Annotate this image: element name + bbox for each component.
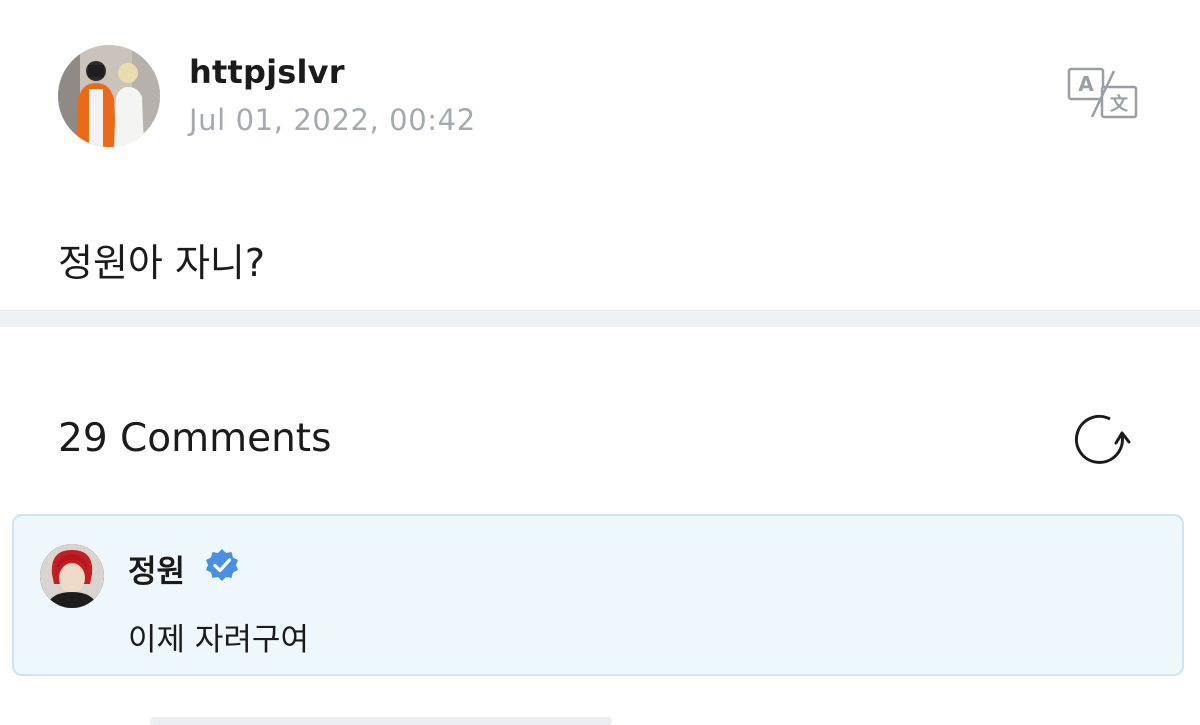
verified-badge-icon <box>204 547 240 583</box>
post-header: httpjslvr Jul 01, 2022, 00:42 A 文 <box>58 45 1148 149</box>
post-author-name[interactable]: httpjslvr <box>189 53 345 91</box>
comment-author-avatar[interactable] <box>40 544 104 608</box>
post-timestamp: Jul 01, 2022, 00:42 <box>189 103 476 137</box>
translate-button[interactable]: A 文 <box>1066 67 1140 121</box>
translate-icon: A 文 <box>1067 67 1138 119</box>
comment-text: 이제 자려구여 <box>128 622 309 658</box>
highlighted-comment[interactable]: 정원 이제 자려구여 <box>12 514 1184 676</box>
svg-text:文: 文 <box>1110 93 1129 115</box>
svg-text:A: A <box>1078 72 1094 96</box>
post-body-text: 정원아 자니? <box>58 241 266 285</box>
section-divider <box>0 310 1200 327</box>
avatar-photo <box>40 544 104 608</box>
comments-count: 29 Comments <box>58 416 332 461</box>
next-comment-preview <box>150 717 612 725</box>
comment-author-name[interactable]: 정원 <box>128 546 185 591</box>
avatar-photo <box>58 45 160 147</box>
refresh-button[interactable] <box>1072 412 1132 468</box>
refresh-icon <box>1074 414 1131 464</box>
post-author-avatar[interactable] <box>58 45 160 147</box>
